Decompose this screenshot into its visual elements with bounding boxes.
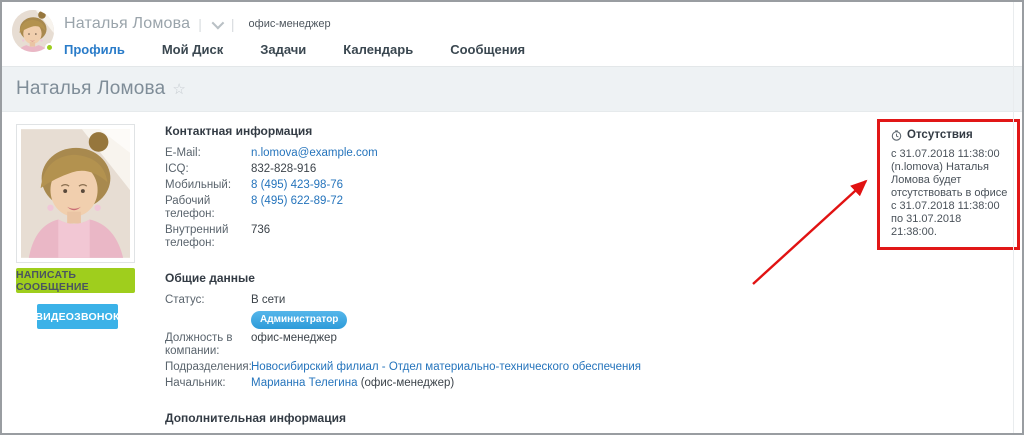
section-title: Дополнительная информация [165, 411, 725, 425]
manager-link[interactable]: Марианна Телегина [251, 377, 357, 389]
email-label: E-Mail: [165, 147, 249, 160]
work-phone-link[interactable]: 8 (495) 622-89-72 [251, 195, 343, 207]
page-edge-divider [1013, 2, 1014, 433]
header-separator: | [198, 16, 202, 32]
tab-profile[interactable]: Профиль [64, 42, 125, 57]
header-user-position: офис-менеджер [249, 18, 331, 30]
tab-calendar[interactable]: Календарь [343, 42, 413, 57]
manager-label: Начальник: [165, 377, 249, 390]
profile-photo [16, 124, 135, 263]
manager-position-suffix: (офис-менеджер) [361, 377, 455, 389]
email-link[interactable]: n.lomova@example.com [251, 147, 378, 159]
online-status-dot [45, 43, 54, 52]
section-title: Общие данные [165, 271, 725, 285]
contact-info-section: Контактная информация E-Mail: n.lomova@e… [165, 124, 725, 250]
chevron-down-icon[interactable] [211, 16, 224, 29]
clock-icon [891, 130, 902, 141]
icq-value: 832-828-916 [251, 163, 725, 176]
company-position-label: Должность в компании: [165, 332, 249, 358]
icq-label: ICQ: [165, 163, 249, 176]
status-value: В сети [251, 294, 725, 307]
company-position-value: офис-менеджер [251, 332, 725, 358]
page-title-band: Наталья Ломова ☆ [2, 66, 1022, 112]
header-user-name: Наталья Ломова [64, 15, 190, 33]
annotation-arrow [747, 170, 879, 292]
profile-photo-image [21, 129, 130, 258]
page-title: Наталья Ломова [16, 78, 165, 100]
tab-messages[interactable]: Сообщения [450, 42, 525, 57]
absences-title: Отсутствия [907, 129, 973, 141]
section-title: Контактная информация [165, 124, 725, 138]
internal-phone-value: 736 [251, 224, 725, 250]
top-header: Наталья Ломова | | офис-менеджер Профиль… [2, 2, 1022, 66]
department-link[interactable]: Новосибирский филиал - Отдел материально… [251, 361, 641, 373]
video-call-button[interactable]: ВИДЕОЗВОНОК [37, 304, 118, 329]
tab-my-disk[interactable]: Мой Диск [162, 42, 223, 57]
internal-phone-label: Внутренний телефон: [165, 224, 249, 250]
departments-label: Подразделения: [165, 361, 249, 374]
general-data-section: Общие данные Статус: В сети Администрато… [165, 271, 725, 390]
mobile-phone-link[interactable]: 8 (495) 423-98-76 [251, 179, 343, 191]
tab-tasks[interactable]: Задачи [260, 42, 306, 57]
absence-text: с 31.07.2018 11:38:00 (n.lomova) Наталья… [891, 148, 1009, 239]
favorite-star-icon[interactable]: ☆ [172, 80, 185, 98]
absences-widget: Отсутствия с 31.07.2018 11:38:00 (n.lomo… [877, 119, 1020, 250]
profile-nav-tabs: Профиль Мой Диск Задачи Календарь Сообще… [64, 42, 562, 57]
profile-details: Контактная информация E-Mail: n.lomova@e… [165, 124, 725, 435]
write-message-button[interactable]: НАПИСАТЬ СООБЩЕНИЕ [16, 268, 135, 293]
admin-role-badge: Администратор [251, 311, 347, 329]
work-phone-label: Рабочий телефон: [165, 195, 249, 221]
header-separator: | [231, 16, 235, 32]
mobile-label: Мобильный: [165, 179, 249, 192]
profile-page: Наталья Ломова | | офис-менеджер Профиль… [0, 0, 1024, 435]
status-label: Статус: [165, 294, 249, 329]
additional-info-section: Дополнительная информация День рождения:… [165, 411, 725, 435]
